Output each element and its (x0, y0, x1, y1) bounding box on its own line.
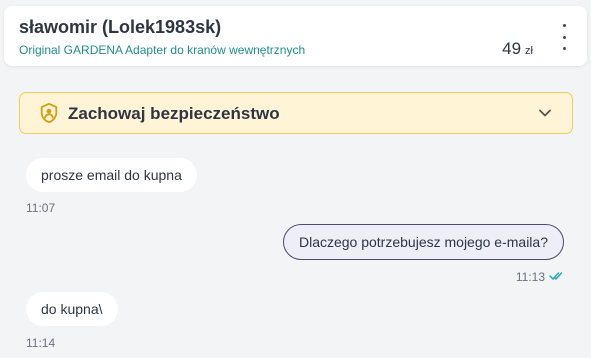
price-value: 49 (502, 39, 522, 58)
more-options-icon[interactable] (557, 24, 571, 50)
chevron-down-icon[interactable] (538, 106, 552, 120)
user-name[interactable]: sławomir (Lolek1983sk) (19, 17, 221, 38)
message-thread[interactable]: Zachowaj bezpieczeństwo prosze email do … (4, 72, 587, 358)
safety-banner[interactable]: Zachowaj bezpieczeństwo (19, 92, 573, 134)
message-bubble-incoming[interactable]: do kupna\ (26, 292, 118, 326)
listing-title-link[interactable]: Original GARDENA Adapter do kranów wewnę… (19, 43, 305, 57)
message-time: 11:13 (515, 270, 545, 284)
message-bubble-outgoing[interactable]: Dlaczego potrzebujesz mojego e-maila? (282, 224, 564, 260)
message-time: 11:14 (26, 336, 56, 350)
message-time: 11:07 (26, 201, 56, 215)
conversation-header: sławomir (Lolek1983sk) Original GARDENA … (4, 6, 587, 66)
price-currency: zł (525, 45, 533, 57)
read-receipt-icon (549, 272, 563, 280)
message-bubble-incoming[interactable]: prosze email do kupna (26, 158, 197, 192)
shield-user-icon (40, 102, 58, 124)
listing-price: 49 zł (502, 39, 533, 59)
safety-banner-label: Zachowaj bezpieczeństwo (68, 104, 280, 123)
